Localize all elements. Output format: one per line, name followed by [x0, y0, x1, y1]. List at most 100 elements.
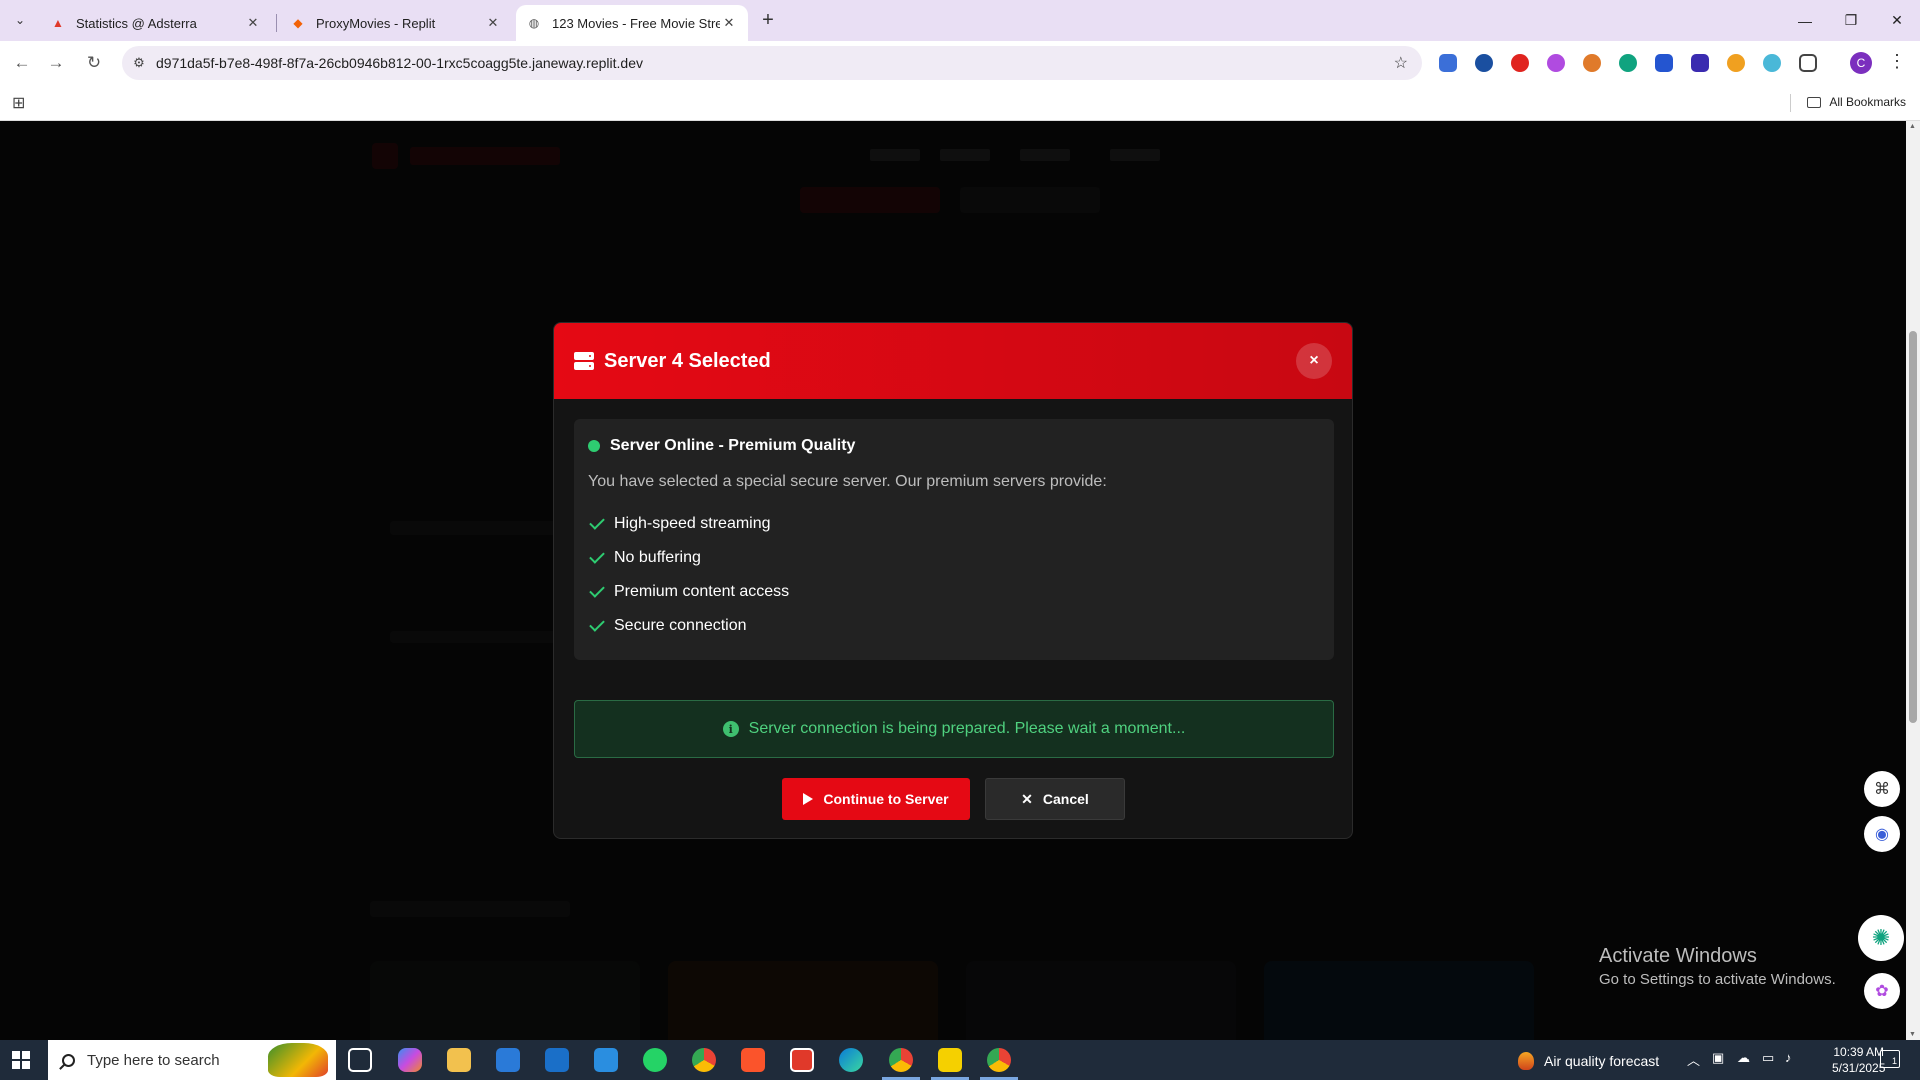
close-window-button[interactable]: ✕: [1874, 0, 1920, 41]
adsterra-icon: ▲: [52, 16, 64, 30]
server-status: Server Online - Premium Quality: [588, 437, 1320, 455]
server-info-box: Server Online - Premium Quality You have…: [574, 419, 1334, 660]
volume-icon[interactable]: ♪: [1785, 1050, 1792, 1065]
site-info-icon[interactable]: ⚙: [122, 55, 156, 71]
brave-icon[interactable]: [741, 1048, 765, 1072]
system-clock[interactable]: 10:39 AM 5/31/2025: [1832, 1044, 1885, 1076]
chrome-icon[interactable]: [692, 1048, 716, 1072]
bookmark-star-icon[interactable]: ☆: [1394, 53, 1408, 73]
notification-center-icon[interactable]: 1: [1880, 1050, 1900, 1068]
network-icon[interactable]: ▭: [1762, 1050, 1774, 1066]
minimize-button[interactable]: —: [1782, 0, 1828, 41]
profile-avatar[interactable]: C: [1850, 52, 1872, 74]
sticky-notes-icon[interactable]: [938, 1048, 962, 1072]
extension-icon[interactable]: [1763, 54, 1781, 72]
extension-icon[interactable]: [1475, 54, 1493, 72]
search-icon: [62, 1053, 75, 1067]
back-button[interactable]: ←: [8, 49, 36, 77]
extension-icon[interactable]: [1691, 54, 1709, 72]
tab-adsterra[interactable]: ▲ Statistics @ Adsterra ✕: [40, 5, 272, 41]
server-icon: [574, 352, 594, 370]
browser-toolbar: ← → ↻ ⚙ d971da5f-b7e8-498f-8f7a-26cb0946…: [0, 41, 1920, 85]
url-text: d971da5f-b7e8-498f-8f7a-26cb0946b812-00-…: [156, 55, 643, 71]
outlook-icon[interactable]: [545, 1048, 569, 1072]
edge-icon[interactable]: [839, 1048, 863, 1072]
feature-list: High-speed streaming No buffering Premiu…: [588, 507, 1320, 643]
windows-start-icon[interactable]: [12, 1051, 30, 1069]
modal-header: Server 4 Selected ×: [554, 323, 1352, 399]
apps-grid-icon[interactable]: ⊞: [12, 93, 25, 113]
chrome-icon[interactable]: [987, 1048, 1011, 1072]
meet-now-icon[interactable]: ▣: [1712, 1050, 1724, 1066]
folder-icon: [1807, 96, 1822, 108]
extension-icon[interactable]: [1511, 54, 1529, 72]
tab-123movies[interactable]: ◍ 123 Movies - Free Movie Strean ✕: [516, 5, 748, 41]
globe-icon: ◍: [528, 16, 540, 30]
extensions-puzzle-icon[interactable]: [1799, 54, 1817, 72]
page-scrollbar[interactable]: ▲ ▼: [1906, 121, 1920, 1040]
extension-icon[interactable]: [1655, 54, 1673, 72]
list-item: Premium content access: [588, 575, 1320, 609]
server-description: You have selected a special secure serve…: [588, 473, 1107, 490]
list-item: No buffering: [588, 541, 1320, 575]
continue-to-server-button[interactable]: Continue to Server: [782, 778, 970, 820]
close-tab-icon[interactable]: ✕: [720, 14, 738, 32]
activate-windows-watermark: Activate Windows Go to Settings to activ…: [1599, 945, 1836, 988]
extension-icon[interactable]: [1583, 54, 1601, 72]
list-item: Secure connection: [588, 609, 1320, 643]
extension-icon[interactable]: [1619, 54, 1637, 72]
scroll-down-icon[interactable]: ▼: [1909, 1031, 1916, 1038]
tab-replit[interactable]: ◆ ProxyMovies - Replit ✕: [280, 5, 512, 41]
info-icon: i: [722, 721, 739, 737]
bookmarks-divider: [1790, 94, 1791, 112]
tab-strip: ⌄ ▲ Statistics @ Adsterra ✕ ◆ ProxyMovie…: [0, 0, 1920, 41]
check-icon: [589, 548, 605, 564]
reload-button[interactable]: ↻: [80, 49, 108, 77]
scrollbar-thumb[interactable]: [1909, 331, 1917, 723]
new-tab-button[interactable]: +: [756, 8, 780, 32]
check-icon: [589, 514, 605, 530]
online-status-icon: [588, 440, 600, 452]
restore-button[interactable]: ❐: [1828, 0, 1874, 41]
extension-icon[interactable]: [1727, 54, 1745, 72]
replit-icon: ◆: [293, 16, 303, 30]
address-bar[interactable]: ⚙ d971da5f-b7e8-498f-8f7a-26cb0946b812-0…: [122, 46, 1422, 80]
whatsapp-icon[interactable]: [643, 1048, 667, 1072]
browser-menu-icon[interactable]: ⋮: [1888, 51, 1906, 72]
chatgpt-float-icon[interactable]: ✺: [1858, 915, 1904, 961]
onedrive-icon[interactable]: ☁: [1737, 1050, 1750, 1066]
all-bookmarks-button[interactable]: All Bookmarks: [1807, 95, 1906, 109]
check-icon: [589, 582, 605, 598]
list-item: High-speed streaming: [588, 507, 1320, 541]
modal-close-button[interactable]: ×: [1296, 343, 1332, 379]
server-modal: Server 4 Selected × Server Online - Prem…: [553, 322, 1353, 839]
store-icon[interactable]: [496, 1048, 520, 1072]
close-icon: ✕: [1021, 790, 1033, 807]
extension-icon[interactable]: [1439, 54, 1457, 72]
file-explorer-icon[interactable]: [447, 1048, 471, 1072]
taskbar-search-box[interactable]: Type here to search: [48, 1040, 336, 1080]
bookmarks-bar: ⊞ All Bookmarks: [0, 85, 1920, 121]
show-hidden-icons[interactable]: ︿: [1687, 1050, 1700, 1069]
extension-icon[interactable]: [1547, 54, 1565, 72]
modal-title: Server 4 Selected: [604, 349, 771, 372]
close-tab-icon[interactable]: ✕: [484, 14, 502, 32]
air-quality-icon: [1518, 1052, 1534, 1070]
vscode-icon[interactable]: [594, 1048, 618, 1072]
forward-button[interactable]: →: [42, 49, 70, 77]
copilot-icon[interactable]: [398, 1048, 422, 1072]
assistant-float-icon[interactable]: ◉: [1864, 816, 1900, 852]
ai-float-icon[interactable]: ✿: [1864, 973, 1900, 1009]
cancel-button[interactable]: ✕ Cancel: [985, 778, 1125, 820]
close-tab-icon[interactable]: ✕: [244, 14, 262, 32]
scroll-up-icon[interactable]: ▲: [1909, 123, 1916, 130]
tab-search-icon[interactable]: ⌄: [8, 8, 32, 32]
app-icon[interactable]: [790, 1048, 814, 1072]
chrome-icon[interactable]: [889, 1048, 913, 1072]
apps-grid-float-icon[interactable]: ⌘: [1864, 771, 1900, 807]
search-highlight-image: [268, 1043, 328, 1077]
play-icon: [803, 793, 814, 805]
task-view-icon[interactable]: [348, 1048, 372, 1072]
connection-notice: i Server connection is being prepared. P…: [574, 700, 1334, 758]
weather-widget[interactable]: Air quality forecast: [1518, 1052, 1659, 1070]
